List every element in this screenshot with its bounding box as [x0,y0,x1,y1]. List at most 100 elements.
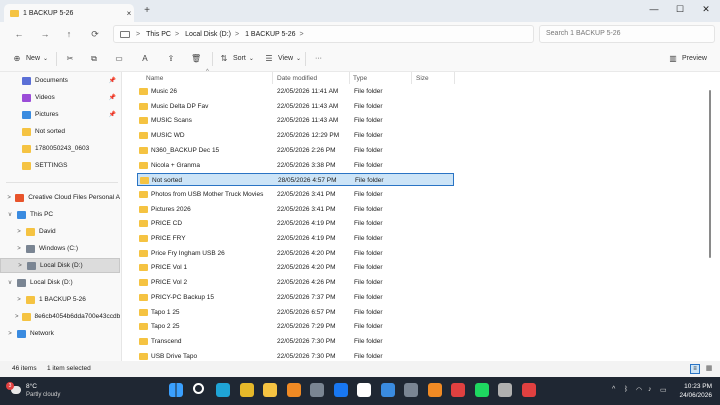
app-icon[interactable] [286,383,301,397]
table-row[interactable]: Tapo 2 25 22/05/2026 7:29 PM File folder [137,320,454,333]
breadcrumb-backup[interactable]: 1 BACKUP 5-26 [245,31,295,38]
chevron-right-icon[interactable]: > [16,263,24,269]
clock-time[interactable]: 10:23 PM [672,383,712,390]
chevron-down-icon[interactable]: v [6,212,14,218]
sidebar-item-quick-access[interactable]: Documents 📌 [0,73,120,88]
table-row[interactable]: MUSIC WD 22/05/2026 12:29 PM File folder [137,129,454,142]
windows-start-icon[interactable] [169,383,183,397]
chevron-right-icon[interactable]: > [15,229,23,235]
tray-overflow-icon[interactable]: ^ [612,386,615,393]
app-icon[interactable] [404,383,418,397]
table-row[interactable]: Pictures 2026 22/05/2026 3:41 PM File fold… [137,203,454,216]
table-row[interactable]: N360_BACKUP Dec 15 22/05/2026 2:26 PM File… [137,144,454,157]
search-icon[interactable] [192,383,204,394]
details-view-icon[interactable]: ≡ [690,364,700,374]
rename-button[interactable]: Ａ [140,53,154,65]
vlc-icon[interactable] [427,383,442,397]
sidebar-item-quick-access[interactable]: Pictures 📌 [0,107,120,122]
minimize-button[interactable]: — [642,2,666,16]
chevron-right-icon[interactable]: > [15,246,23,252]
maximize-button[interactable]: ☐ [668,2,692,16]
column-header-name[interactable]: Name [146,74,163,84]
sidebar-tree-item[interactable]: >8e6cb4054b6dda700e43ccdbf [0,309,120,324]
chevron-right-icon[interactable]: > [15,297,23,303]
app-icon[interactable] [521,383,536,397]
back-button[interactable]: ← [12,27,26,41]
volume-icon[interactable]: ♪ [648,386,652,393]
table-row[interactable]: Tapo 1 25 22/05/2026 6:57 PM File folder [137,306,454,319]
spotify-icon[interactable] [474,383,489,397]
app-icon[interactable] [310,383,324,397]
chevron-right-icon[interactable]: > [6,195,12,201]
sidebar-tree-item[interactable]: >1 BACKUP 5-26 [0,292,120,307]
close-button[interactable]: ✕ [694,2,718,16]
column-header-size[interactable]: Size [416,74,429,84]
sidebar-item-quick-access[interactable]: Videos 📌 [0,90,120,105]
tiles-view-icon[interactable]: ▦ [704,364,714,374]
copy-button[interactable]: ⧉ [89,53,103,65]
share-button[interactable]: ⇪ [166,53,180,65]
app-icon[interactable] [451,383,465,397]
chevron-down-icon[interactable]: v [6,280,14,286]
sidebar-tree-item[interactable]: v Local Disk (D:) [0,275,120,290]
forward-button[interactable]: → [38,27,52,41]
new-button[interactable]: ⊕ New ⌄ [12,53,48,65]
edge-icon[interactable] [216,383,230,397]
column-header-type[interactable]: Type [353,74,367,84]
breadcrumb-local-disk[interactable]: Local Disk (D:) [185,31,231,38]
vertical-scrollbar[interactable] [707,80,713,360]
more-options-button[interactable]: ··· [315,53,322,65]
sidebar-tree-item[interactable]: > Creative Cloud Files Personal A [0,190,120,205]
sidebar-tree-item[interactable]: > David [0,224,120,239]
preview-button[interactable]: ▥ Preview [668,53,707,65]
sidebar-item-quick-access[interactable]: Not sorted [0,124,120,139]
table-row[interactable]: PRICE CD 22/05/2026 4:19 PM File folder [137,217,454,230]
table-row[interactable]: PRICE Vol 2 22/05/2026 4:26 PM File folder [137,276,454,289]
chrome-icon[interactable] [239,383,254,397]
table-row[interactable]: PRICE FRY 22/05/2026 4:19 PM File folder [137,232,454,245]
amazon-icon[interactable] [357,383,371,397]
sidebar-tree-item[interactable]: > Windows (C:) [0,241,120,256]
app-icon[interactable] [380,383,395,397]
weather-icon[interactable]: 3 [6,382,22,396]
table-row[interactable]: Photos from USB Mother Truck Movies 22/05… [137,188,454,201]
column-header-date[interactable]: Date modified [277,74,317,84]
tab-close-icon[interactable]: × [124,9,134,18]
chevron-right-icon[interactable]: > [6,331,14,337]
scrollbar-thumb[interactable] [709,90,711,258]
sidebar-tree-item[interactable]: > Network [0,326,120,341]
column-divider[interactable] [454,72,455,84]
file-explorer-icon[interactable] [263,383,277,397]
tab-1-backup[interactable]: 1 BACKUP 5-26 × [4,4,134,22]
column-divider[interactable] [349,72,350,84]
paste-button[interactable]: ▭ [114,53,128,65]
sidebar-item-quick-access[interactable]: SETTINGS [0,158,120,173]
sort-button[interactable]: ⇅ Sort ⌄ [219,53,254,65]
breadcrumb-this-pc[interactable]: This PC [146,31,171,38]
new-tab-button[interactable]: + [141,5,153,17]
battery-icon[interactable]: ▭ [660,386,667,394]
chevron-right-icon[interactable]: > [15,314,19,320]
table-row[interactable]: Music Delta DP Fav 22/05/2026 11:43 AM Fil… [137,100,454,113]
facebook-icon[interactable] [333,383,348,397]
weather-temp[interactable]: 8°C [26,383,37,390]
breadcrumb[interactable]: > This PC > Local Disk (D:) > 1 BACKUP 5… [113,25,534,43]
cut-button[interactable]: ✂ [65,53,79,65]
refresh-button[interactable]: ⟳ [88,27,102,41]
view-button[interactable]: ☰ View ⌄ [264,53,301,65]
up-button[interactable]: ↑ [62,27,76,41]
sidebar-item-quick-access[interactable]: 1780050243_0603 [0,141,120,156]
table-row[interactable]: PRICY-PC Backup 15 22/05/2026 7:37 PM File… [137,291,454,304]
bluetooth-icon[interactable]: ᛒ [624,386,628,393]
sidebar-tree-item[interactable]: v This PC [0,207,120,222]
table-row[interactable]: Nicola + Granma 22/05/2026 3:38 PM File fo… [137,159,454,172]
table-row[interactable]: Music 26 22/05/2026 11:41 AM File folder [137,85,454,98]
search-input[interactable]: Search 1 BACKUP 5-26 [539,25,715,43]
table-row[interactable]: MUSIC Scans 22/05/2026 11:43 AM File folde… [137,114,454,127]
table-row[interactable]: Transcend 22/05/2026 7:30 PM File folder [137,335,454,348]
weather-desc[interactable]: Partly cloudy [26,392,60,398]
clock-date[interactable]: 24/06/2026 [672,392,712,399]
table-row[interactable]: Not sorted 28/05/2026 4:57 PM File folder [137,173,454,187]
column-divider[interactable] [272,72,273,84]
table-row[interactable]: Price Fry Ingham USB 26 22/05/2026 4:20 P… [137,247,454,260]
